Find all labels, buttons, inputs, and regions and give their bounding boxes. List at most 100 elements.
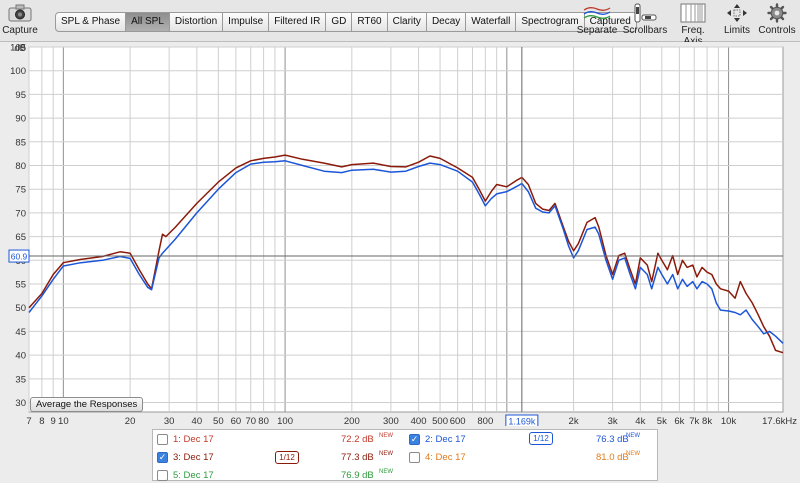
measurement-legend: 1: Dec 17 72.2 dB NEW ✓ 2: Dec 17 1/12 7… bbox=[152, 429, 658, 481]
measurement-3-smoothing[interactable]: 1/12 bbox=[275, 451, 299, 464]
x-tick-label: 8k bbox=[702, 416, 712, 426]
measurement-2-value: 76.3 dB bbox=[596, 434, 629, 445]
spl-graph[interactable]: 1051009590858075706560555045403530dB 789… bbox=[0, 42, 800, 426]
x-tick-label: 20 bbox=[125, 416, 136, 426]
y-tick-label: 35 bbox=[15, 374, 26, 385]
y-tick-label: 90 bbox=[15, 114, 26, 125]
gear-icon bbox=[762, 3, 792, 23]
limits-icon bbox=[722, 3, 752, 23]
x-tick-label: 40 bbox=[192, 416, 203, 426]
measurement-2-label: 2: Dec 17 bbox=[425, 433, 466, 445]
measurement-4-label: 4: Dec 17 bbox=[425, 451, 466, 463]
scrollbars-label: Scrollbars bbox=[622, 25, 668, 36]
x-tick-label: 200 bbox=[344, 416, 360, 426]
y-tick-label: 95 bbox=[15, 90, 26, 101]
separate-button[interactable]: Separate bbox=[575, 3, 619, 36]
x-tick-label: 800 bbox=[477, 416, 493, 426]
tab-clarity[interactable]: Clarity bbox=[388, 13, 427, 31]
x-tick-label: 100 bbox=[277, 416, 293, 426]
x-tick-label: 60 bbox=[231, 416, 242, 426]
measurement-3-value: 77.3 dB bbox=[341, 452, 374, 463]
tab-rt60[interactable]: RT60 bbox=[352, 13, 388, 31]
x-tick-label: 8 bbox=[39, 416, 44, 426]
x-tick-label: 400 bbox=[411, 416, 427, 426]
tab-all-spl[interactable]: All SPL bbox=[126, 13, 170, 31]
x-tick-label: 10 bbox=[58, 416, 69, 426]
controls-button[interactable]: Controls bbox=[758, 3, 796, 36]
measurement-5-label: 5: Dec 17 bbox=[173, 469, 214, 481]
cursor-y-label: 60.9 bbox=[11, 252, 28, 262]
limits-button[interactable]: Limits bbox=[718, 3, 756, 36]
y-unit-label: dB bbox=[14, 43, 26, 54]
x-tick-label: 5k bbox=[657, 416, 667, 426]
y-tick-label: 40 bbox=[15, 351, 26, 362]
separate-label: Separate bbox=[576, 25, 618, 36]
scrollbars-button[interactable]: Scrollbars bbox=[622, 3, 668, 36]
capture-icon bbox=[5, 3, 35, 23]
measurement-5-checkbox[interactable] bbox=[157, 469, 168, 481]
freq-axis-button[interactable]: Freq. Axis bbox=[671, 3, 715, 47]
plot-area bbox=[28, 46, 784, 413]
measurement-3-label: 3: Dec 17 bbox=[173, 451, 214, 463]
x-tick-label: 7k bbox=[689, 416, 699, 426]
y-tick-label: 65 bbox=[15, 232, 26, 243]
measurement-4-new-badge: NEW bbox=[626, 451, 640, 457]
tab-gd[interactable]: GD bbox=[326, 13, 353, 31]
measurement-2-smoothing[interactable]: 1/12 bbox=[529, 432, 553, 445]
tab-decay[interactable]: Decay bbox=[427, 13, 467, 31]
y-tick-label: 85 bbox=[15, 137, 26, 148]
x-tick-label: 9 bbox=[51, 416, 56, 426]
x-tick-label: 300 bbox=[383, 416, 399, 426]
measurement-1: 1: Dec 17 bbox=[157, 431, 214, 447]
measurement-5-new-badge: NEW bbox=[379, 469, 393, 475]
view-tabs: SPL & Phase All SPL Distortion Impulse F… bbox=[55, 12, 637, 32]
measurement-3: ✓ 3: Dec 17 bbox=[157, 449, 214, 465]
tab-impulse[interactable]: Impulse bbox=[223, 13, 270, 31]
measurement-2-checkbox[interactable]: ✓ bbox=[409, 433, 420, 445]
measurement-3-checkbox[interactable]: ✓ bbox=[157, 451, 168, 463]
scrollbars-icon bbox=[630, 3, 660, 23]
y-tick-label: 45 bbox=[15, 327, 26, 338]
x-tick-label: 6k bbox=[674, 416, 684, 426]
measurement-5-value: 76.9 dB bbox=[341, 470, 374, 481]
x-tick-label: 3k bbox=[608, 416, 618, 426]
measurement-1-checkbox[interactable] bbox=[157, 433, 168, 445]
x-tick-label: 70 bbox=[245, 416, 256, 426]
y-tick-label: 80 bbox=[15, 161, 26, 172]
x-tick-label: 7 bbox=[26, 416, 31, 426]
x-tick-label: 17.6kHz bbox=[762, 416, 797, 426]
y-tick-label: 75 bbox=[15, 185, 26, 196]
measurement-2-new-badge: NEW bbox=[626, 433, 640, 439]
measurement-4-value: 81.0 dB bbox=[596, 452, 629, 463]
y-tick-label: 50 bbox=[15, 303, 26, 314]
controls-label: Controls bbox=[758, 25, 796, 36]
tab-distortion[interactable]: Distortion bbox=[170, 13, 224, 31]
x-tick-label: 2k bbox=[569, 416, 579, 426]
toolbar: Capture SPL & Phase All SPL Distortion I… bbox=[0, 0, 800, 47]
y-tick-label: 55 bbox=[15, 280, 26, 291]
x-tick-label: 600 bbox=[450, 416, 466, 426]
tab-spl-phase[interactable]: SPL & Phase bbox=[56, 13, 127, 31]
measurement-2: ✓ 2: Dec 17 bbox=[409, 431, 466, 447]
tab-filtered-ir[interactable]: Filtered IR bbox=[269, 13, 327, 31]
capture-button[interactable]: Capture bbox=[2, 3, 38, 36]
y-tick-label: 100 bbox=[10, 66, 26, 77]
average-responses-button[interactable]: Average the Responses bbox=[30, 397, 144, 412]
x-tick-label: 10k bbox=[721, 416, 737, 426]
y-tick-label: 30 bbox=[15, 398, 26, 409]
x-tick-label: 80 bbox=[258, 416, 269, 426]
limits-label: Limits bbox=[723, 25, 751, 36]
freq-axis-icon bbox=[678, 3, 708, 23]
y-tick-label: 70 bbox=[15, 208, 26, 219]
tab-waterfall[interactable]: Waterfall bbox=[466, 13, 517, 31]
measurement-1-new-badge: NEW bbox=[379, 433, 393, 439]
cursor-x-label: 1.169k bbox=[508, 417, 536, 427]
measurement-1-label: 1: Dec 17 bbox=[173, 433, 214, 445]
measurement-4-checkbox[interactable] bbox=[409, 451, 420, 463]
x-tick-label: 500 bbox=[432, 416, 448, 426]
x-tick-label: 50 bbox=[213, 416, 224, 426]
separate-icon bbox=[582, 3, 612, 23]
measurement-1-value: 72.2 dB bbox=[341, 434, 374, 445]
measurement-4: 4: Dec 17 bbox=[409, 449, 466, 465]
x-tick-label: 4k bbox=[635, 416, 645, 426]
